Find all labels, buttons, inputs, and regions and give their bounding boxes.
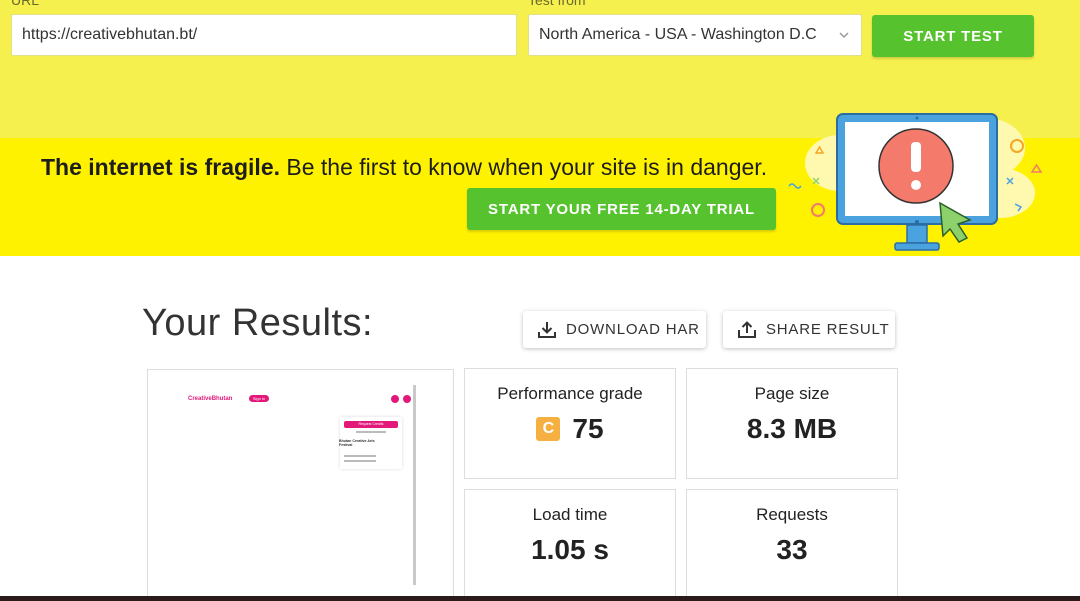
url-label: URL [11,0,40,8]
preview-dot-icon [391,395,399,403]
download-har-label: DOWNLOAD HAR [566,321,700,338]
share-icon [738,320,756,338]
performance-grade-card: Performance grade C 75 [464,368,676,479]
performance-grade-label: Performance grade [497,384,643,403]
performance-grade-value: 75 [572,413,604,444]
results-title: Your Results: [142,302,374,344]
preview-dot-icon [403,395,411,403]
preview-scrollbar [413,385,416,585]
page: URL Test from North America - USA - Wash… [0,0,1080,601]
preview-card: Request Credits Bhutan Creative Arts Fes… [339,417,402,469]
load-time-label: Load time [532,505,608,524]
download-har-button[interactable]: DOWNLOAD HAR [523,311,706,348]
start-test-button[interactable]: START TEST [872,15,1034,57]
banner-rest-text: Be the first to know when your site is i… [280,154,768,180]
page-size-label: Page size [754,384,830,403]
requests-label: Requests [756,505,828,524]
bottom-edge-strip [0,596,1080,601]
page-size-card: Page size 8.3 MB [686,368,898,479]
performance-grade-value-row: C 75 [465,413,675,445]
banner-bold-text: The internet is fragile. [41,154,280,180]
preview-logo-b: Bhutan [211,396,233,402]
chevron-down-icon [839,32,849,39]
load-time-value: 1.05 s [531,534,609,565]
banner-text: The internet is fragile. Be the first to… [41,154,767,181]
free-trial-button[interactable]: START YOUR FREE 14-DAY TRIAL [467,188,776,230]
location-select[interactable]: North America - USA - Washington D.C [528,14,862,56]
requests-value: 33 [776,534,808,565]
share-result-label: SHARE RESULT [766,321,890,338]
url-input[interactable] [11,14,517,56]
preview-logo-a: Creative [188,396,212,402]
download-icon [538,321,556,338]
page-size-value: 8.3 MB [746,413,838,444]
monitor-alert-illustration [788,113,1043,251]
load-time-card: Load time 1.05 s [464,489,676,601]
location-select-value: North America - USA - Washington D.C [539,26,817,43]
preview-text-line [344,455,376,457]
requests-card: Requests 33 [686,489,898,601]
grade-badge: C [536,417,561,441]
preview-card-title: Bhutan Creative Arts Festival [339,439,375,447]
page-screenshot-preview: CreativeBhutan Sign in Request Credits B… [147,369,454,601]
preview-pill: Sign in [249,395,269,402]
location-label: Test from [528,0,586,8]
share-result-button[interactable]: SHARE RESULT [723,311,895,348]
preview-text-line [344,460,376,462]
preview-text-line [356,431,386,433]
preview-logo: CreativeBhutan [188,396,232,402]
preview-card-button: Request Credits [344,421,398,428]
